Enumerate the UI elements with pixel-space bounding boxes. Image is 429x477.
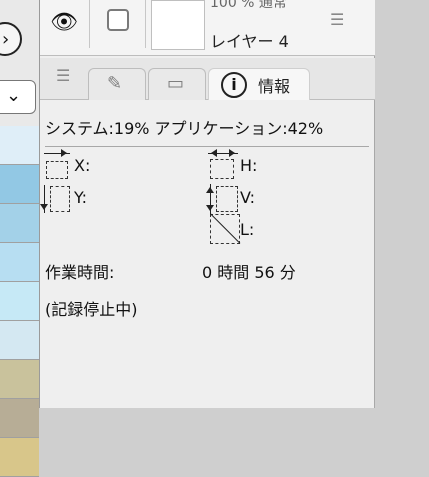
work-time-value: 0 時間 56 分 (202, 263, 296, 282)
color-swatch[interactable] (0, 126, 39, 165)
color-swatch[interactable] (0, 360, 39, 399)
y-coordinate-icon (40, 185, 70, 213)
tab-navigator[interactable]: ▭ (148, 68, 206, 100)
y-label: Y: (74, 188, 88, 207)
info-icon: i (221, 72, 247, 98)
navigation-circle-button[interactable]: › (0, 22, 22, 56)
layer-name[interactable]: レイヤー 4 (210, 28, 289, 52)
color-swatch[interactable] (0, 438, 39, 477)
v-label: V: (240, 188, 256, 207)
chevron-down-icon: ⌄ (6, 85, 22, 106)
lock-icon (107, 9, 129, 31)
layer-thumbnail (151, 0, 205, 50)
left-side-panel: › ⌄ (0, 0, 40, 477)
menu-icon[interactable]: ☰ (330, 10, 344, 29)
panel-tabs: ☰ ✎ ▭ i 情報 (40, 58, 375, 100)
tab-tool-property[interactable]: ✎ (88, 68, 146, 100)
x-label: X: (74, 156, 91, 175)
layer-opacity-blend: 100 % 通常 (210, 0, 287, 11)
color-swatch[interactable] (0, 321, 39, 360)
divider (45, 146, 369, 147)
color-swatch[interactable] (0, 204, 39, 243)
canvas-background (376, 0, 429, 408)
chevron-right-icon: › (2, 29, 10, 50)
work-time-label: 作業時間: (45, 263, 115, 282)
eye-icon: 👁 (50, 10, 78, 35)
layer-lock-toggle[interactable] (91, 0, 146, 48)
h-label: H: (240, 156, 258, 175)
length-icon (210, 213, 241, 244)
navigator-icon: ▭ (167, 73, 185, 94)
l-label: L: (240, 220, 255, 239)
color-swatch-strip (0, 126, 39, 477)
pen-icon: ✎ (107, 73, 123, 94)
color-swatch[interactable] (0, 399, 39, 438)
menu-icon[interactable]: ☰ (56, 66, 70, 85)
layer-visibility-toggle[interactable]: 👁 (40, 0, 90, 48)
color-swatch[interactable] (0, 282, 39, 321)
height-icon (206, 184, 240, 214)
tab-info-label: 情報 (258, 77, 291, 96)
color-swatch[interactable] (0, 243, 39, 282)
info-panel: 👁 100 % 通常 レイヤー 4 ☰ ☰ ✎ ▭ i 情報 システム:19% … (40, 0, 375, 408)
tab-info[interactable]: i 情報 (208, 68, 310, 100)
dropdown-toggle[interactable]: ⌄ (0, 80, 36, 114)
color-swatch[interactable] (0, 165, 39, 204)
width-icon (208, 149, 238, 179)
system-usage-text: システム:19% アプリケーション:42% (45, 119, 324, 138)
info-content: システム:19% アプリケーション:42% X: Y: H: V: L: 作業時… (40, 100, 375, 408)
layer-row[interactable]: 👁 100 % 通常 レイヤー 4 ☰ (40, 0, 375, 56)
x-coordinate-icon (44, 149, 70, 179)
recording-status: (記録停止中) (45, 300, 138, 319)
